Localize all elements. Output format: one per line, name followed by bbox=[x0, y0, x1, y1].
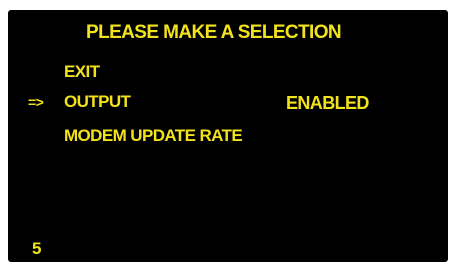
menu-item-output[interactable]: OUTPUT bbox=[64, 90, 131, 114]
menu-item-modem-update-rate[interactable]: MODEM UPDATE RATE bbox=[64, 124, 243, 148]
menu-item-exit[interactable]: EXIT bbox=[64, 60, 100, 84]
output-value: ENABLED bbox=[286, 93, 369, 113]
screen-title: PLEASE MAKE A SELECTION bbox=[86, 22, 342, 43]
display-screen: PLEASE MAKE A SELECTION EXIT => OUTPUT E… bbox=[8, 10, 448, 262]
page-number: 5 bbox=[32, 239, 41, 258]
selection-cursor: => bbox=[28, 94, 44, 110]
